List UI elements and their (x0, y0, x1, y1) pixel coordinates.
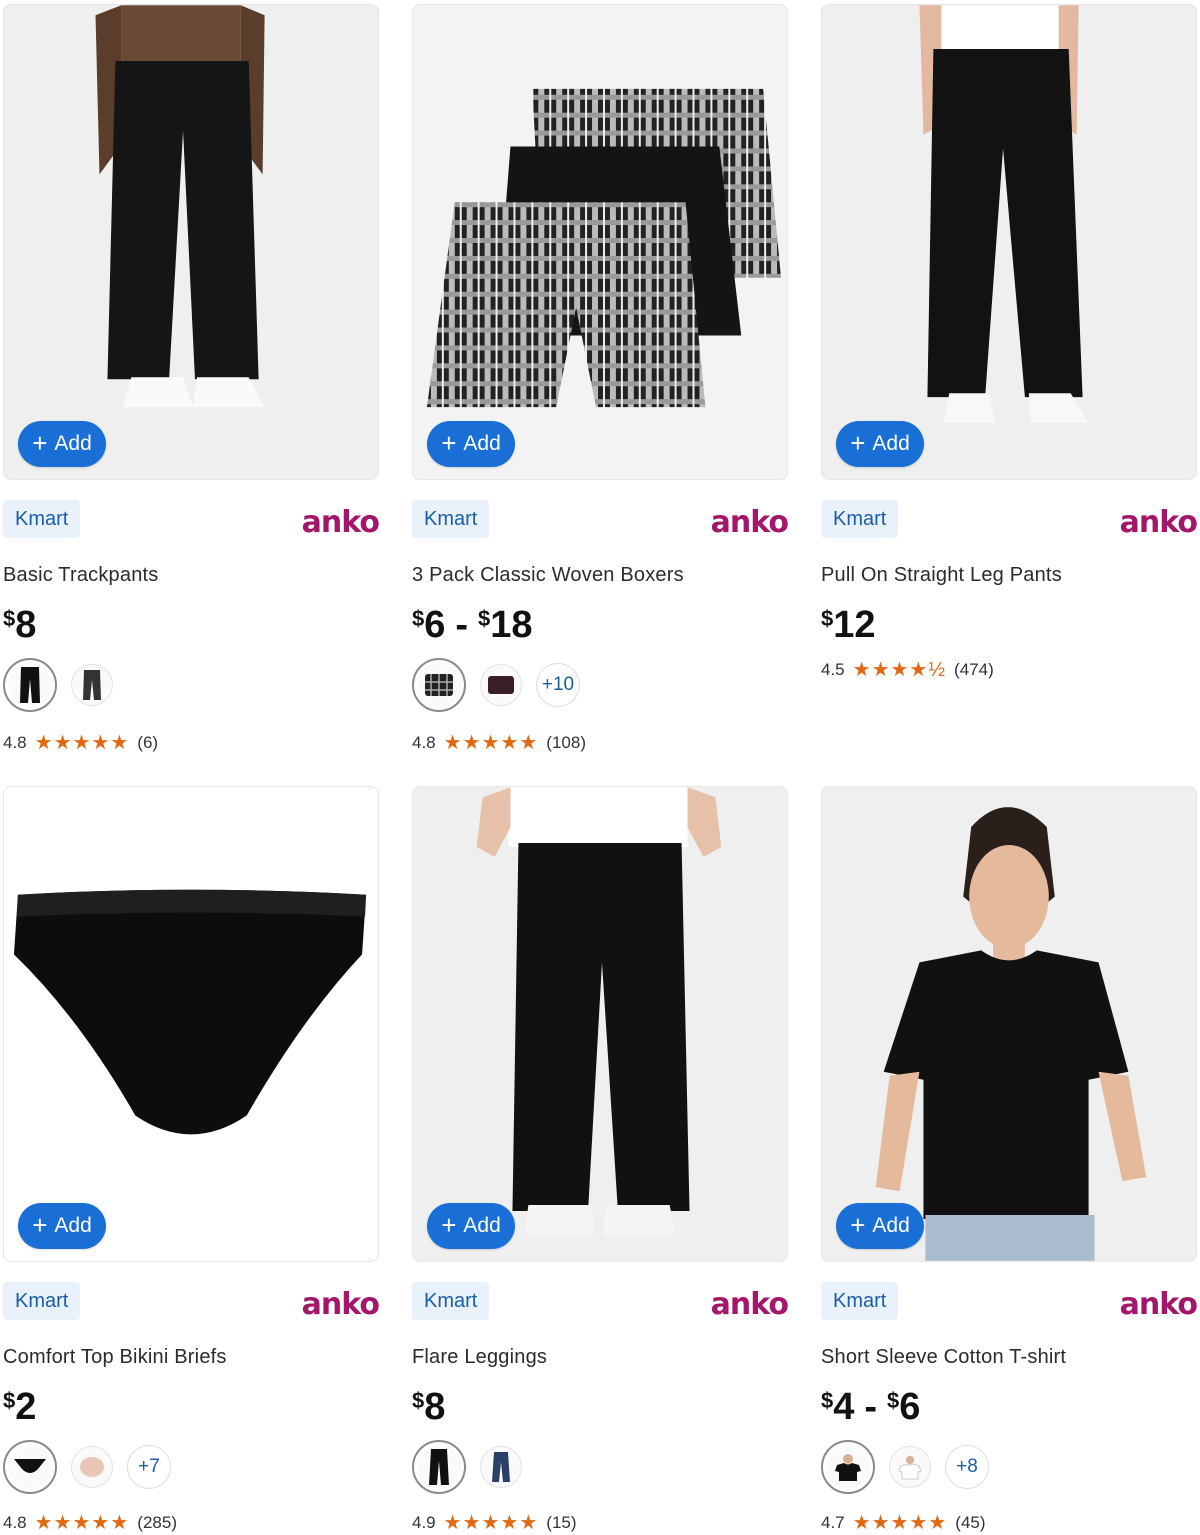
seller-badge: Kmart (3, 1282, 81, 1320)
add-to-cart-button[interactable]: + Add (427, 1203, 515, 1249)
color-swatch-nude[interactable] (71, 1446, 113, 1488)
color-swatch-black[interactable] (412, 1440, 466, 1494)
product-image[interactable]: + Add (412, 4, 788, 480)
product-image[interactable]: + Add (821, 786, 1197, 1262)
color-swatches (3, 658, 113, 712)
plus-icon: + (850, 428, 866, 458)
add-to-cart-button[interactable]: + Add (18, 421, 106, 467)
product-grid: + Add Kmart anko Basic Trackpants $ 8 4.… (0, 0, 1200, 1535)
brand-logo[interactable]: anko (1120, 1287, 1198, 1322)
plus-icon: + (441, 428, 457, 458)
star-rating-icon: ★★★★★ (34, 1512, 130, 1534)
color-swatches: +7 (3, 1440, 171, 1494)
product-price: $ 8 (412, 1386, 446, 1428)
tshirt-photo (822, 787, 1196, 1261)
product-price: $ 6 - $ 18 (412, 604, 533, 646)
star-rating-icon: ★★★★★ (443, 732, 539, 754)
product-image[interactable]: + Add (3, 4, 379, 480)
trackpants-swatch-icon (83, 670, 101, 700)
star-rating-icon: ★★★★★ (852, 1512, 948, 1534)
color-swatch-black[interactable] (3, 1440, 57, 1494)
product-card[interactable]: + Add Kmart anko Basic Trackpants $ 8 4.… (3, 4, 380, 764)
color-swatch-navy[interactable] (480, 1446, 522, 1488)
color-swatch-plaid[interactable] (412, 658, 466, 712)
brand-logo[interactable]: anko (302, 1287, 380, 1322)
leggings-swatch-icon (429, 1449, 449, 1485)
seller-badge: Kmart (821, 1282, 899, 1320)
color-swatch-burgundy[interactable] (480, 664, 522, 706)
product-rating: 4.8 ★★★★★ (6) (3, 732, 159, 754)
color-swatches: +8 (821, 1440, 989, 1494)
add-to-cart-button[interactable]: + Add (18, 1203, 106, 1249)
product-price: $ 12 (821, 604, 876, 646)
more-colors-button[interactable]: +10 (536, 663, 580, 707)
more-colors-button[interactable]: +7 (127, 1445, 171, 1489)
color-swatch-white[interactable] (889, 1446, 931, 1488)
add-to-cart-button[interactable]: + Add (427, 421, 515, 467)
product-price: $ 2 (3, 1386, 37, 1428)
boxers-swatch-icon (488, 676, 514, 694)
product-card[interactable]: + Add Kmart anko 3 Pack Classic Woven Bo… (412, 4, 789, 764)
color-swatch-black[interactable] (3, 658, 57, 712)
plus-icon: + (32, 428, 48, 458)
flare-leggings-photo (413, 787, 787, 1261)
boxers-photo (413, 5, 787, 479)
trackpants-photo (4, 5, 378, 479)
product-card[interactable]: + Add Kmart anko Comfort Top Bikini Brie… (3, 786, 380, 1535)
product-rating: 4.5 ★★★★½ (474) (821, 659, 994, 681)
briefs-swatch-icon (14, 1459, 46, 1473)
color-swatch-black[interactable] (821, 1440, 875, 1494)
tshirt-swatch-icon (835, 1454, 861, 1481)
product-title[interactable]: 3 Pack Classic Woven Boxers (412, 564, 684, 587)
product-rating: 4.8 ★★★★★ (108) (412, 732, 586, 754)
product-image[interactable]: + Add (412, 786, 788, 1262)
brand-logo[interactable]: anko (711, 1287, 789, 1322)
product-rating: 4.8 ★★★★★ (285) (3, 1512, 177, 1534)
more-colors-button[interactable]: +8 (945, 1445, 989, 1489)
product-card[interactable]: + Add Kmart anko Flare Leggings $ 8 4.9 … (412, 786, 789, 1535)
color-swatches: +10 (412, 658, 580, 712)
color-swatches (412, 1440, 522, 1494)
brand-logo[interactable]: anko (1120, 505, 1198, 540)
product-image[interactable]: + Add (3, 786, 379, 1262)
briefs-swatch-icon (80, 1457, 104, 1477)
seller-badge: Kmart (821, 500, 899, 538)
product-title[interactable]: Basic Trackpants (3, 564, 159, 587)
product-card[interactable]: + Add Kmart anko Short Sleeve Cotton T-s… (821, 786, 1198, 1535)
product-rating: 4.9 ★★★★★ (15) (412, 1512, 577, 1534)
brand-logo[interactable]: anko (302, 505, 380, 540)
product-price: $ 4 - $ 6 (821, 1386, 921, 1428)
tshirt-swatch-icon (898, 1456, 922, 1480)
product-title[interactable]: Flare Leggings (412, 1346, 547, 1369)
brand-logo[interactable]: anko (711, 505, 789, 540)
plus-icon: + (32, 1210, 48, 1240)
plus-icon: + (850, 1210, 866, 1240)
star-rating-icon: ★★★★½ (852, 659, 947, 681)
bikini-briefs-photo (4, 787, 378, 1261)
plus-icon: + (441, 1210, 457, 1240)
boxers-swatch-icon (425, 674, 453, 696)
seller-badge: Kmart (412, 500, 490, 538)
straight-leg-pants-photo (822, 5, 1196, 479)
leggings-swatch-icon (492, 1452, 510, 1482)
product-price: $ 8 (3, 604, 37, 646)
add-to-cart-button[interactable]: + Add (836, 1203, 924, 1249)
seller-badge: Kmart (412, 1282, 490, 1320)
star-rating-icon: ★★★★★ (34, 732, 130, 754)
product-rating: 4.7 ★★★★★ (45) (821, 1512, 986, 1534)
add-to-cart-button[interactable]: + Add (836, 421, 924, 467)
product-title[interactable]: Short Sleeve Cotton T-shirt (821, 1346, 1066, 1369)
star-rating-icon: ★★★★★ (443, 1512, 539, 1534)
product-title[interactable]: Comfort Top Bikini Briefs (3, 1346, 227, 1369)
color-swatch-charcoal[interactable] (71, 664, 113, 706)
product-title[interactable]: Pull On Straight Leg Pants (821, 564, 1062, 587)
trackpants-swatch-icon (20, 667, 40, 703)
product-card[interactable]: + Add Kmart anko Pull On Straight Leg Pa… (821, 4, 1198, 764)
seller-badge: Kmart (3, 500, 81, 538)
product-image[interactable]: + Add (821, 4, 1197, 480)
